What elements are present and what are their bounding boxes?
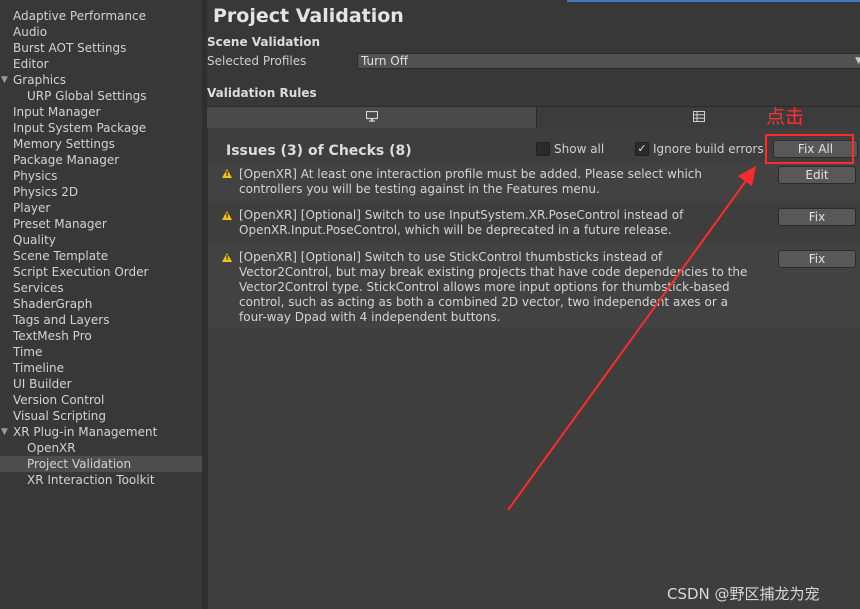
watermark: CSDN @野区捕龙为宠 [667, 585, 820, 603]
annotation-highlight-box [765, 134, 854, 164]
annotation-arrow [507, 166, 756, 511]
annotation-label: 点击 [766, 106, 805, 128]
